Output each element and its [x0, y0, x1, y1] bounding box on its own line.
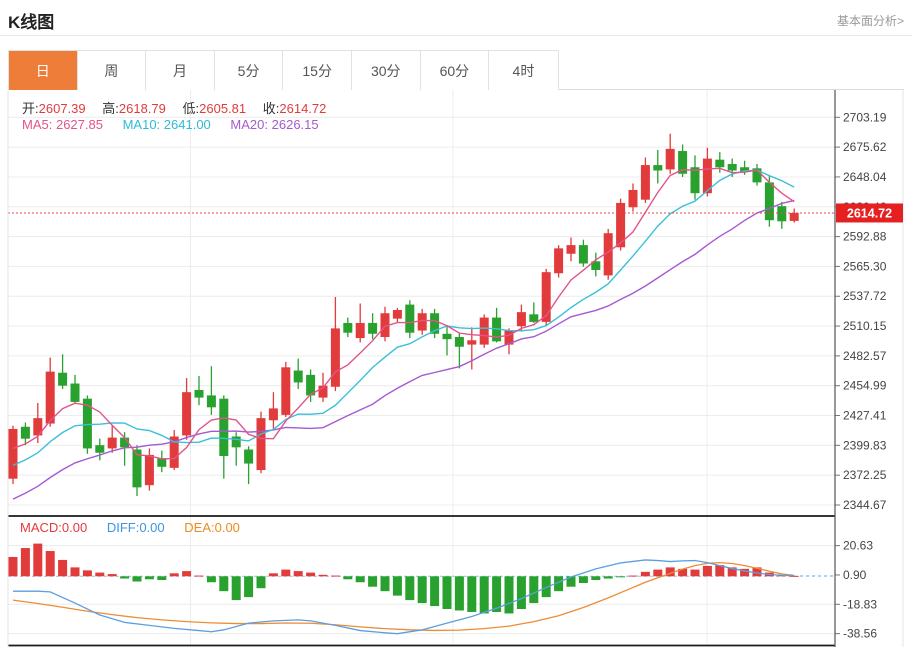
svg-text:2427.41: 2427.41: [843, 409, 887, 423]
period-tabs: 日 周 月 5分 15分 30分 60分 4时: [8, 50, 559, 90]
svg-text:2454.99: 2454.99: [843, 379, 887, 393]
svg-text:2482.57: 2482.57: [843, 349, 887, 363]
svg-text:2648.04: 2648.04: [843, 170, 887, 184]
open-value: 2607.39: [39, 101, 86, 116]
chart-borders: [8, 90, 903, 647]
period-tabbar: 日 周 月 5分 15分 30分 60分 4时: [8, 50, 904, 90]
dea-value: DEA:0.00: [184, 520, 240, 535]
page-title: K线图: [8, 8, 54, 33]
svg-text:20.63: 20.63: [843, 539, 873, 553]
tab-month[interactable]: 月: [146, 51, 215, 90]
macd-legend: MACD:0.00 DIFF:0.00 DEA:0.00: [20, 520, 256, 535]
ma5-legend: MA5: 2627.85: [22, 117, 103, 132]
svg-text:2344.67: 2344.67: [843, 498, 887, 512]
svg-text:2372.25: 2372.25: [843, 468, 887, 482]
svg-text:2703.19: 2703.19: [843, 110, 887, 124]
svg-text:2614.72: 2614.72: [847, 206, 892, 220]
svg-text:0.90: 0.90: [843, 568, 867, 582]
close-label: 收:: [263, 101, 280, 116]
svg-text:-38.56: -38.56: [843, 627, 877, 641]
high-label: 高:: [102, 101, 119, 116]
low-value: 2605.81: [199, 101, 246, 116]
svg-text:-18.83: -18.83: [843, 597, 877, 611]
low-label: 低:: [183, 101, 200, 116]
kline-widget: { "header": { "title": "K线图", "link_labe…: [0, 0, 912, 648]
ohlc-legend: 开:2607.39 高:2618.79 低:2605.81 收:2614.72: [22, 98, 339, 117]
svg-text:2537.72: 2537.72: [843, 289, 887, 303]
fundamental-analysis-link[interactable]: 基本面分析>: [837, 12, 904, 29]
tab-week[interactable]: 周: [78, 51, 147, 90]
tab-4hour[interactable]: 4时: [489, 51, 558, 90]
tab-15min[interactable]: 15分: [283, 51, 352, 90]
ma-lines: [13, 168, 794, 499]
ma-legend: MA5: 2627.85 MA10: 2641.00 MA20: 2626.15: [22, 117, 335, 132]
ma20-legend: MA20: 2626.15: [230, 117, 318, 132]
current-price-tag: 2614.72: [836, 203, 903, 222]
ma10-legend: MA10: 2641.00: [123, 117, 211, 132]
macd-value: MACD:0.00: [20, 520, 87, 535]
svg-text:2592.88: 2592.88: [843, 230, 887, 244]
open-label: 开:: [22, 101, 39, 116]
y-axis: 2703.192675.622648.042620.462592.882565.…: [835, 110, 887, 640]
tab-60min[interactable]: 60分: [421, 51, 490, 90]
svg-text:2399.83: 2399.83: [843, 438, 887, 452]
tab-day[interactable]: 日: [9, 51, 78, 90]
tab-5min[interactable]: 5分: [215, 51, 284, 90]
high-value: 2618.79: [119, 101, 166, 116]
macd-histogram: [9, 544, 799, 614]
svg-text:2510.15: 2510.15: [843, 319, 887, 333]
svg-text:2565.30: 2565.30: [843, 259, 887, 273]
header-divider: [0, 35, 912, 36]
diff-value: DIFF:0.00: [107, 520, 165, 535]
tab-30min[interactable]: 30分: [352, 51, 421, 90]
svg-text:2675.62: 2675.62: [843, 140, 887, 154]
kline-chart[interactable]: 2703.192675.622648.042620.462592.882565.…: [0, 90, 912, 648]
chart-canvas[interactable]: 2703.192675.622648.042620.462592.882565.…: [0, 90, 912, 648]
close-value: 2614.72: [279, 101, 326, 116]
